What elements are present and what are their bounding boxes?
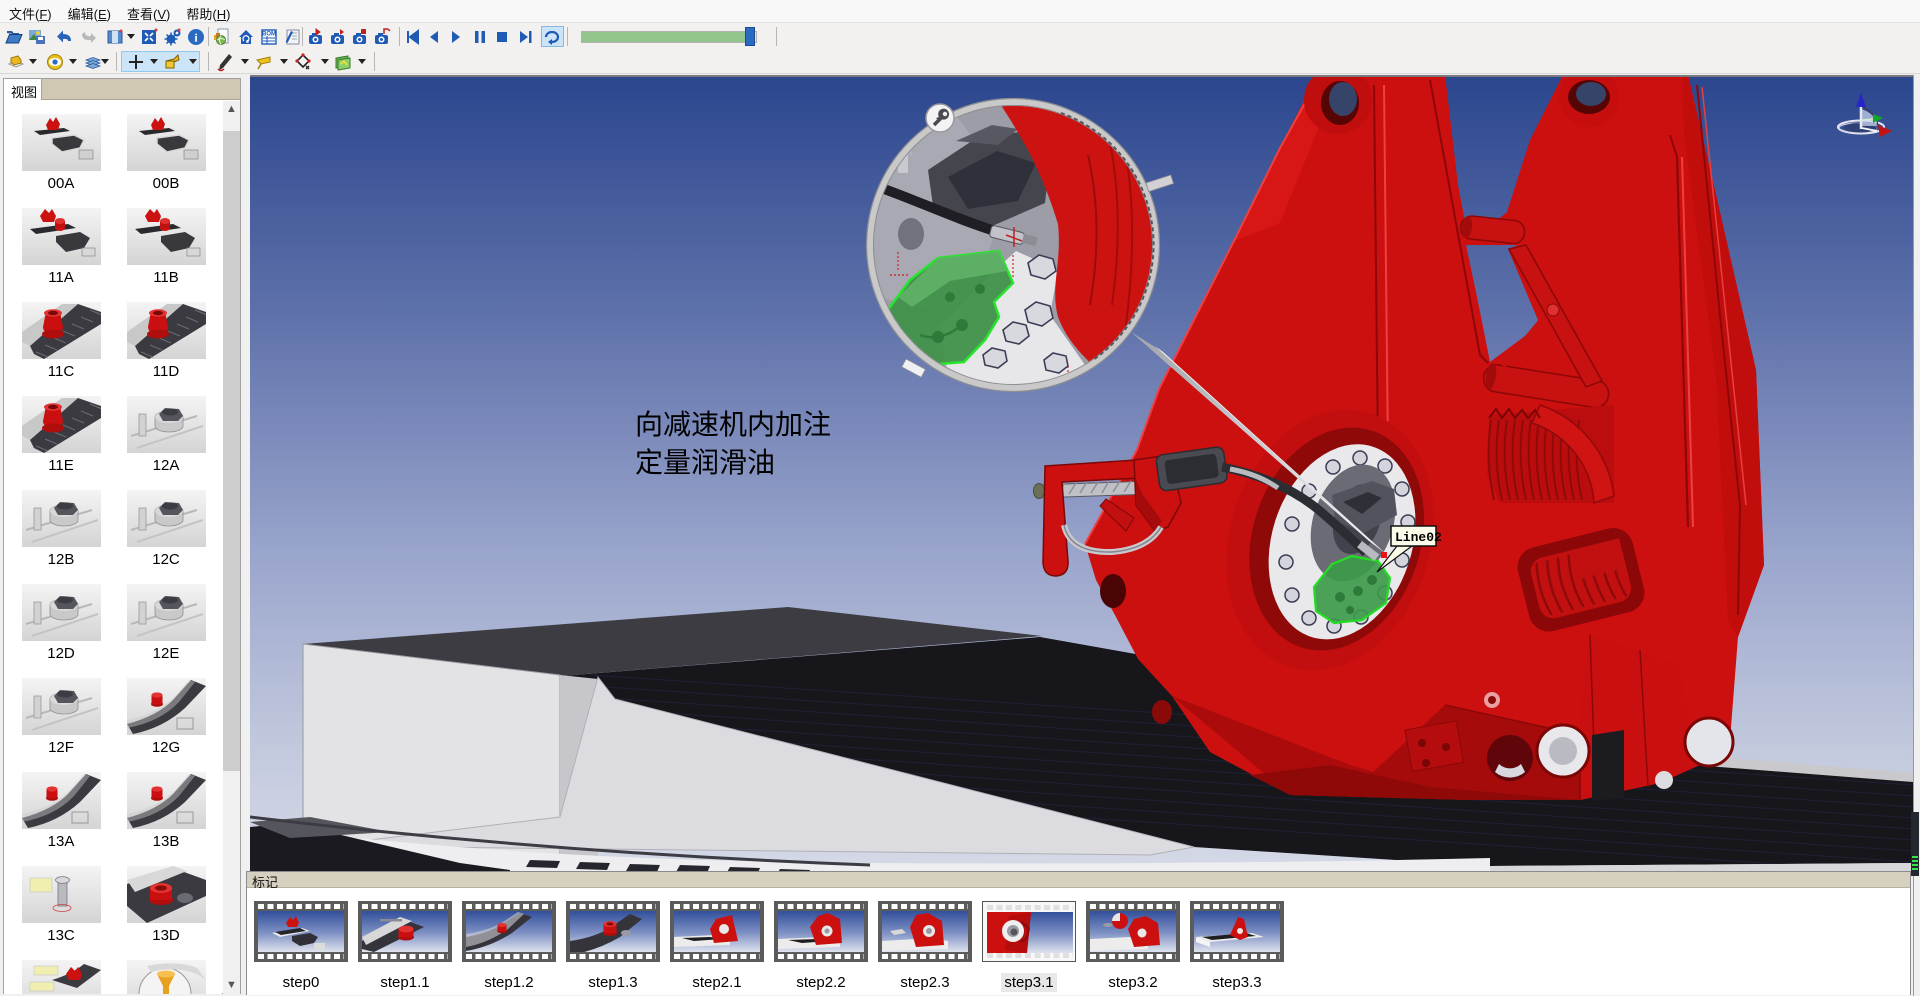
- svg-text:Line02: Line02: [1395, 530, 1442, 545]
- svg-text:向减速机内加注: 向减速机内加注: [635, 409, 831, 440]
- svg-text:定量润滑油: 定量润滑油: [635, 447, 775, 478]
- svg-text:BOM: BOM: [262, 32, 276, 38]
